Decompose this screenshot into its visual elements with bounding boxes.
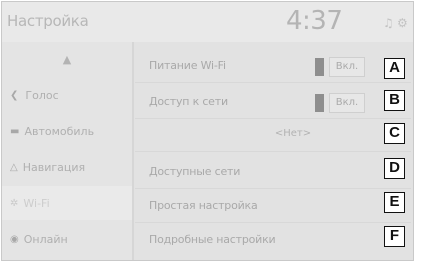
- clock: 4:37: [286, 6, 343, 36]
- available-networks-row[interactable]: Доступные сети: [135, 156, 411, 189]
- row-label: Питание Wi-Fi: [149, 59, 226, 72]
- callout-d: D: [384, 158, 405, 179]
- sidebar-item-online[interactable]: ◉ Онлайн: [2, 222, 132, 256]
- header-bar: Настройка 4:37 ♫ ⚙: [2, 2, 413, 42]
- settings-screen: Настройка 4:37 ♫ ⚙ ▲ ❮ Голос ▬ Автомобил…: [1, 1, 414, 261]
- callout-b: B: [384, 90, 405, 111]
- sidebar: ▲ ❮ Голос ▬ Автомобиль △ Навигация ✲ Wi-…: [2, 42, 132, 260]
- voice-icon: ❮: [10, 89, 21, 101]
- sidebar-item-wifi[interactable]: ✲ Wi-Fi: [2, 186, 132, 220]
- wifi-icon: ✲: [10, 197, 19, 209]
- wifi-power-toggle[interactable]: Вкл.: [329, 57, 365, 77]
- sidebar-scroll-up[interactable]: ▲: [2, 42, 132, 76]
- up-arrow-icon: ▲: [62, 52, 72, 66]
- easy-setup-row[interactable]: Простая настройка: [135, 190, 411, 223]
- sidebar-item-navigation[interactable]: △ Навигация: [2, 150, 132, 184]
- connected-network-row[interactable]: <Нет>: [135, 119, 411, 152]
- navigation-icon: △: [10, 161, 18, 173]
- page-title: Настройка: [7, 12, 89, 30]
- sidebar-divider: [132, 42, 134, 260]
- row-label: Доступные сети: [149, 165, 241, 178]
- toggle-indicator: [315, 94, 324, 112]
- sound-icon: ♫: [383, 16, 394, 30]
- online-icon: ◉: [10, 233, 19, 245]
- advanced-settings-row[interactable]: Подробные настройки: [135, 224, 411, 257]
- callout-e: E: [384, 192, 405, 213]
- wifi-power-row[interactable]: Питание Wi-Fi Вкл.: [135, 50, 411, 83]
- sidebar-item-label: Голос: [25, 88, 59, 102]
- callout-a: A: [384, 58, 405, 79]
- callout-f: F: [384, 226, 405, 247]
- sidebar-item-label: Wi-Fi: [23, 196, 50, 210]
- connected-network-value: <Нет>: [274, 128, 312, 139]
- row-label: Подробные настройки: [149, 233, 276, 246]
- car-icon: ▬: [10, 125, 20, 137]
- settings-icon: ⚙: [397, 16, 408, 30]
- sidebar-item-voice[interactable]: ❮ Голос: [2, 78, 132, 112]
- sidebar-item-label: Онлайн: [23, 232, 68, 246]
- sidebar-item-label: Навигация: [22, 160, 86, 174]
- row-label: Простая настройка: [149, 199, 258, 212]
- sidebar-item-vehicle[interactable]: ▬ Автомобиль: [2, 114, 132, 148]
- network-access-row[interactable]: Доступ к сети Вкл.: [135, 86, 411, 119]
- network-access-toggle[interactable]: Вкл.: [329, 93, 365, 113]
- sidebar-item-label: Автомобиль: [24, 124, 95, 138]
- row-label: Доступ к сети: [149, 95, 228, 108]
- toggle-indicator: [315, 58, 324, 76]
- callout-c: C: [384, 123, 405, 144]
